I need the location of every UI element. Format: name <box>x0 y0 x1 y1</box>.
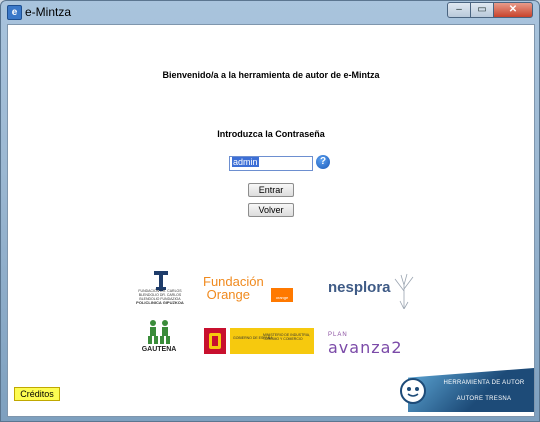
gobierno-band: GOBIERNO DE ESPAÑA MINISTERIO DE INDUSTR… <box>230 328 314 354</box>
window-title: e-Mintza <box>25 5 72 19</box>
tresna-background <box>408 368 534 412</box>
gautena-text: GAUTENA <box>141 346 177 353</box>
nesplora-text: nesplora <box>328 279 391 296</box>
client-area: Bienvenido/a a la herramienta de autor d… <box>7 24 535 417</box>
app-icon: e <box>7 5 22 20</box>
ministerio-text: MINISTERIO DE INDUSTRIA, TURISMO Y COMER… <box>263 333 311 341</box>
plan-avanza-logo: PLAN avanza2 <box>328 329 423 357</box>
title-bar[interactable]: e e-Mintza – ▭ ✕ <box>1 1 539 23</box>
gobierno-espana-logo: GOBIERNO DE ESPAÑA MINISTERIO DE INDUSTR… <box>204 328 314 354</box>
carlos-foundation-logo: FUNDACIÓN DR. CARLOS BLENDOLIO DR. CARLO… <box>130 267 190 309</box>
tower-icon <box>154 271 168 291</box>
policlinica-text: POLICLINICA GIPUZKOA <box>136 300 184 305</box>
fundacion-orange-logo: Fundación Orange orange <box>203 275 303 307</box>
close-button[interactable]: ✕ <box>493 2 533 18</box>
help-icon[interactable]: ? <box>316 155 330 169</box>
gautena-logo: GAUTENA <box>134 319 184 355</box>
tresna-title: HERRAMIENTA DE AUTOR <box>443 380 525 386</box>
coat-of-arms-icon <box>204 328 226 354</box>
gautena-figures-icon <box>148 320 170 344</box>
window-controls: – ▭ ✕ <box>447 2 533 18</box>
maximize-button[interactable]: ▭ <box>470 2 494 18</box>
face-icon <box>400 378 426 404</box>
back-button[interactable]: Volver <box>248 203 294 217</box>
password-input[interactable]: admin <box>229 156 313 171</box>
password-value: admin <box>232 157 259 167</box>
tresna-subtitle: AUTORE TRESNA <box>456 396 512 402</box>
enter-button[interactable]: Entrar <box>248 183 294 197</box>
avanza-text: avanza2 <box>328 338 403 357</box>
credits-button[interactable]: Créditos <box>14 387 60 401</box>
welcome-heading: Bienvenido/a a la herramienta de autor d… <box>162 70 380 80</box>
minimize-button[interactable]: – <box>447 2 471 18</box>
tree-icon <box>394 273 414 309</box>
app-window: e e-Mintza – ▭ ✕ Bienvenido/a a la herra… <box>0 0 540 422</box>
smiley-icon <box>407 387 419 397</box>
tresna-badge: HERRAMIENTA DE AUTOR AUTORE TRESNA <box>400 364 534 412</box>
fundacion-orange-text: Fundación Orange <box>203 274 264 302</box>
orange-badge: orange <box>271 288 293 302</box>
password-prompt: Introduzca la Contraseña <box>217 129 325 139</box>
nesplora-logo: nesplora <box>328 273 418 313</box>
